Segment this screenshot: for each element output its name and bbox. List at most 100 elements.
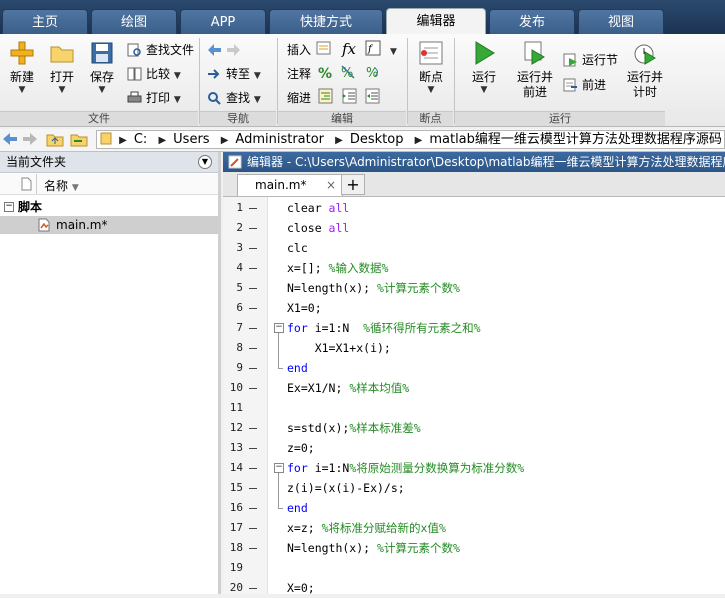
code-area[interactable]: 1 2 3 4 5 6 7 8 9 10 11 12 13 14 15 16 17 18 19 20 clear al… (223, 197, 725, 595)
find-button[interactable]: 查找 ▼ (207, 88, 261, 108)
run-and-time-button[interactable]: 运行并 计时 (623, 38, 667, 100)
tab-publish[interactable]: 发布 (489, 9, 575, 34)
tree-group-scripts[interactable]: − 脚本 (0, 198, 218, 216)
current-folder-path[interactable]: ▶ C: ▶ Users ▶ Administrator ▶ Desktop ▶ matl… (96, 130, 725, 149)
executable-line-marker[interactable] (249, 348, 257, 349)
code-line[interactable]: s=std(x);%样本标准差% (287, 418, 421, 438)
executable-line-marker[interactable] (249, 508, 257, 509)
breadcrumb-administrator[interactable]: Administrator (231, 131, 328, 148)
code-line[interactable]: x=z; %将标准分赋给新的x值% (287, 518, 446, 538)
close-icon[interactable]: × (326, 175, 336, 195)
panel-actions-icon[interactable]: ▼ (198, 155, 212, 169)
executable-line-marker[interactable] (249, 528, 257, 529)
code-fold-icon[interactable]: − (274, 463, 284, 473)
smart-indent-icon[interactable] (318, 88, 334, 108)
executable-line-marker[interactable] (249, 588, 257, 589)
executable-line-marker[interactable] (249, 428, 257, 429)
tab-plots[interactable]: 绘图 (91, 9, 177, 34)
executable-line-marker[interactable] (249, 368, 257, 369)
code-line[interactable]: Ex=X1/N; %样本均值% (287, 378, 409, 398)
code-line[interactable]: close all (287, 218, 349, 238)
tab-view[interactable]: 视图 (578, 9, 664, 34)
executable-line-marker[interactable] (249, 388, 257, 389)
chevron-down-icon[interactable]: ▼ (174, 95, 181, 105)
code-line[interactable]: N=length(x); %计算元素个数% (287, 278, 460, 298)
code-line[interactable]: z=0; (287, 438, 315, 458)
chevron-down-icon[interactable]: ▼ (464, 85, 504, 95)
breadcrumb-desktop[interactable]: Desktop (346, 131, 408, 148)
goto-button[interactable]: 转至 ▼ (207, 64, 261, 84)
tab-editor[interactable]: 编辑器 (386, 8, 486, 35)
chevron-down-icon[interactable]: ▼ (254, 95, 261, 105)
chevron-down-icon[interactable]: ▼ (2, 85, 42, 95)
chevron-down-icon[interactable]: ▼ (254, 71, 261, 81)
run-and-advance-button[interactable]: 运行并 前进 (513, 38, 557, 100)
new-tab-button[interactable]: + (341, 174, 365, 195)
tree-item-main-m[interactable]: main.m* (0, 216, 218, 234)
executable-line-marker[interactable] (249, 228, 257, 229)
browse-folder-icon[interactable] (70, 131, 88, 150)
comment-button[interactable]: 注释 (287, 64, 311, 84)
chevron-down-icon[interactable]: ▼ (174, 71, 181, 81)
decrease-indent-icon[interactable] (365, 88, 381, 108)
executable-line-marker[interactable] (249, 548, 257, 549)
code-line[interactable]: z(i)=(x(i)-Ex)/s; (287, 478, 405, 498)
fx-icon[interactable]: fx (342, 39, 356, 59)
code-line[interactable]: clc (287, 238, 308, 258)
insert-section-icon[interactable] (316, 40, 332, 60)
compare-button[interactable]: 比较 ▼ (127, 64, 181, 84)
executable-line-marker[interactable] (249, 248, 257, 249)
open-button[interactable]: 打开 ▼ (42, 38, 82, 95)
executable-line-marker[interactable] (249, 468, 257, 469)
run-button[interactable]: 运行 ▼ (464, 38, 504, 95)
insert-function-icon[interactable]: f (365, 40, 381, 60)
nav-back-forward[interactable] (207, 40, 245, 60)
code-line[interactable]: x=[]; %输入数据% (287, 258, 388, 278)
code-line[interactable]: end (287, 498, 308, 518)
breakpoints-button[interactable]: 断点 ▼ (411, 38, 451, 95)
forward-arrow-icon[interactable] (22, 131, 38, 150)
up-folder-icon[interactable] (46, 131, 64, 150)
increase-indent-icon[interactable] (342, 88, 358, 108)
print-button[interactable]: 打印 ▼ (127, 88, 181, 108)
code-line[interactable]: for i=1:N %循环得所有元素之和% (287, 318, 481, 338)
tab-shortcuts[interactable]: 快捷方式 (269, 9, 383, 34)
code-line[interactable]: end (287, 358, 308, 378)
comment-percent-icon[interactable]: % (318, 64, 332, 84)
find-files-button[interactable]: 查找文件 (127, 40, 194, 60)
insert-button[interactable]: 插入 (287, 40, 311, 60)
editor-tab-main-m[interactable]: main.m* × (237, 174, 343, 196)
indent-button[interactable]: 缩进 (287, 88, 311, 108)
executable-line-marker[interactable] (249, 268, 257, 269)
wrap-comments-icon[interactable]: % (365, 64, 381, 84)
save-button[interactable]: 保存 ▼ (82, 38, 122, 95)
tab-home[interactable]: 主页 (2, 9, 88, 34)
uncomment-icon[interactable]: % (340, 64, 356, 84)
executable-line-marker[interactable] (249, 328, 257, 329)
executable-line-marker[interactable] (249, 288, 257, 289)
back-arrow-icon[interactable] (2, 131, 18, 150)
code-line[interactable]: for i=1:N%将原始测量分数换算为标准分数% (287, 458, 524, 478)
breadcrumb-project-folder[interactable]: matlab编程一维云模型计算方法处理数据程序源码 (425, 131, 724, 148)
tab-apps[interactable]: APP (180, 9, 266, 34)
code-line[interactable]: X1=X1+x(i); (287, 338, 391, 358)
chevron-down-icon[interactable]: ▼ (42, 85, 82, 95)
breadcrumb-users[interactable]: Users (169, 131, 213, 148)
new-button[interactable]: 新建 ▼ (2, 38, 42, 95)
chevron-down-icon[interactable]: ▼ (390, 40, 397, 60)
executable-line-marker[interactable] (249, 448, 257, 449)
code-line[interactable]: clear all (287, 198, 349, 218)
name-column-header[interactable]: 名称 ▼ (44, 177, 79, 194)
executable-line-marker[interactable] (249, 308, 257, 309)
advance-button[interactable]: 前进 (563, 75, 606, 95)
chevron-down-icon[interactable]: ▼ (82, 85, 122, 95)
executable-line-marker[interactable] (249, 488, 257, 489)
breadcrumb-c-drive[interactable]: C: (130, 131, 151, 148)
code-line[interactable]: X1=0; (287, 298, 322, 318)
chevron-down-icon[interactable]: ▼ (411, 85, 451, 95)
code-line[interactable]: X=0; (287, 578, 315, 598)
code-line[interactable]: N=length(x); %计算元素个数% (287, 538, 460, 558)
code-fold-icon[interactable]: − (274, 323, 284, 333)
executable-line-marker[interactable] (249, 208, 257, 209)
run-section-button[interactable]: 运行节 (563, 50, 618, 70)
